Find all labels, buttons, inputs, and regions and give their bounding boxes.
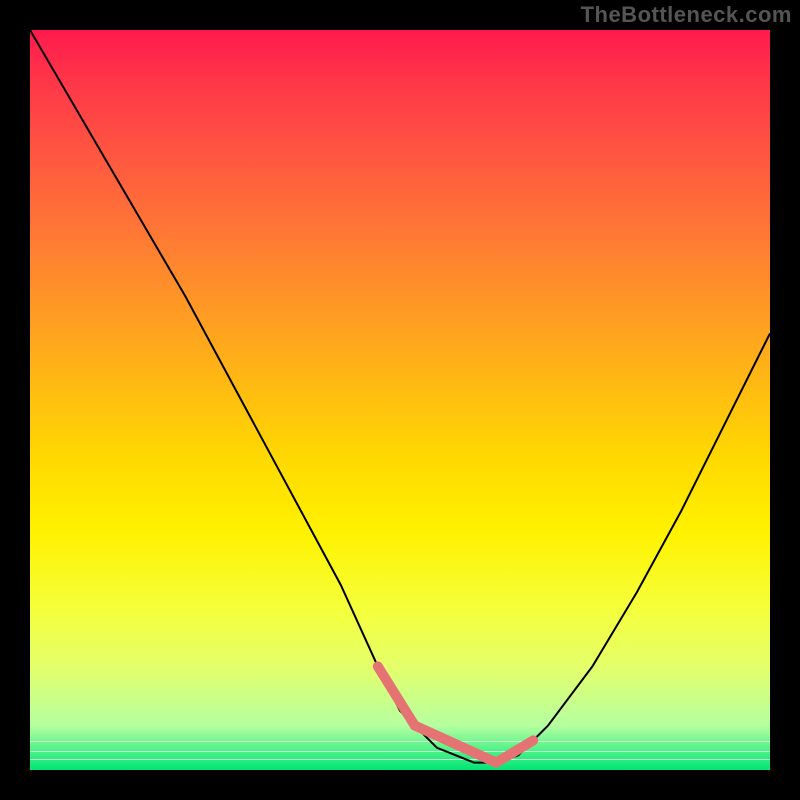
- main-curve: [30, 30, 770, 763]
- marker-flat: [415, 726, 496, 763]
- plot-area: [30, 30, 770, 770]
- marker-left: [378, 666, 415, 725]
- watermark-text: TheBottleneck.com: [581, 2, 792, 28]
- chart-stage: TheBottleneck.com: [0, 0, 800, 800]
- marker-right: [496, 740, 533, 762]
- curve-layer: [30, 30, 770, 770]
